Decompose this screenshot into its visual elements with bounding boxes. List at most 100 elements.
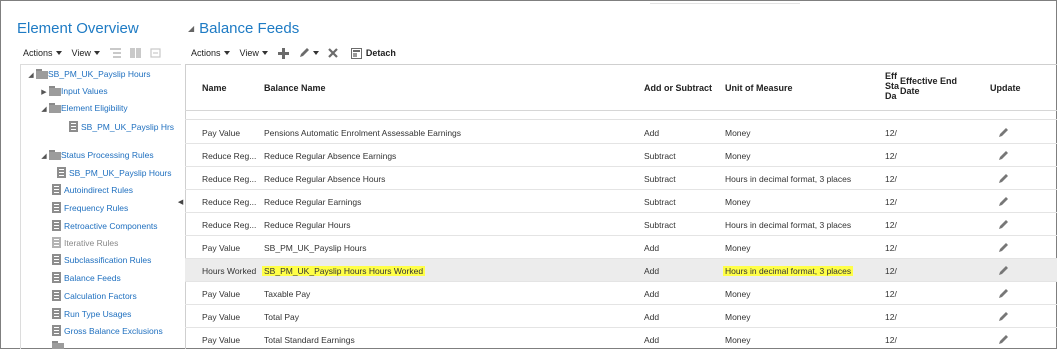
pencil-icon[interactable]	[998, 310, 1010, 322]
cell-add-or-subtract: Subtract	[644, 220, 676, 230]
tree-node-calculation-factors[interactable]: Calculation Factors	[52, 290, 137, 301]
table-row[interactable]: Reduce Reg... Reduce Regular Earnings Subt…	[185, 190, 1057, 213]
tree-node-element-eligibility[interactable]: ◢ Element Eligibility	[39, 103, 128, 113]
tree-node-input-values[interactable]: ▶ Input Values	[39, 86, 108, 96]
tree-node-root[interactable]: ◢ SB_PM_UK_Payslip Hours	[26, 69, 151, 79]
cell-name: Reduce Reg...	[202, 197, 257, 207]
table-row[interactable]: Pay Value SB_PM_UK_Payslip Hours Add Money 1…	[185, 236, 1057, 259]
column-header-effective-start-date[interactable]: Eff Sta Da	[885, 71, 899, 101]
pencil-icon[interactable]	[998, 241, 1010, 253]
column-header-effective-end-date[interactable]: Effective End Date	[900, 76, 957, 96]
table-header: Name Balance Name Add or Subtract Unit o…	[185, 65, 1057, 111]
table-row[interactable]: Pay Value Total Standard Earnings Add Money…	[185, 328, 1057, 349]
folder-icon	[49, 86, 61, 96]
document-icon	[52, 220, 61, 231]
cell-effective-start-date: 12/	[885, 266, 897, 276]
tree-node-run-type-usages[interactable]: Run Type Usages	[52, 308, 131, 319]
document-icon	[57, 167, 66, 178]
document-icon	[52, 184, 61, 195]
view-menu[interactable]: View	[240, 48, 268, 58]
tree-node-frequency-rules[interactable]: Frequency Rules	[52, 202, 128, 213]
tree-node-iterative-rules[interactable]: Iterative Rules	[52, 237, 118, 248]
cell-balance-name: Reduce Regular Hours	[264, 220, 351, 230]
tree-node-status-processing-rules[interactable]: ◢ Status Processing Rules	[39, 150, 154, 160]
cell-balance-name: SB_PM_UK_Payslip Hours	[264, 243, 367, 253]
tree-node-status-rule-record[interactable]: SB_PM_UK_Payslip Hours	[57, 167, 172, 178]
collapse-section-icon[interactable]: ◢	[188, 24, 194, 33]
document-icon	[52, 325, 61, 336]
tree-node-partial[interactable]	[52, 341, 64, 349]
cell-add-or-subtract: Add	[644, 243, 660, 253]
table-row[interactable]: Hours Worked SB_PM_UK_Payslip Hours Hours…	[185, 259, 1057, 282]
table-row[interactable]: Reduce Reg... Reduce Regular Absence Earn…	[185, 144, 1057, 167]
plus-icon[interactable]	[277, 47, 289, 59]
scroll-to-icon[interactable]	[150, 48, 161, 58]
folder-icon	[52, 341, 64, 349]
table-row[interactable]: Pay Value Taxable Pay Add Money 12/	[185, 282, 1057, 305]
table-row[interactable]: Reduce Reg... Reduce Regular Hours Subtrac…	[185, 213, 1057, 236]
cell-add-or-subtract: Add	[644, 335, 660, 345]
folder-icon	[36, 69, 48, 79]
pencil-icon[interactable]	[998, 126, 1010, 138]
document-icon	[52, 237, 61, 248]
chevron-down-icon	[55, 51, 62, 55]
actions-menu[interactable]: Actions	[191, 48, 230, 58]
pencil-icon[interactable]	[998, 264, 1010, 276]
cell-add-or-subtract: Add	[644, 266, 660, 276]
element-overview-panel: Element Overview Actions View ◢ SB_PM_UK…	[0, 0, 181, 349]
cell-unit-of-measure: Money	[725, 197, 751, 207]
collapsed-triangle-icon[interactable]: ▶	[39, 88, 49, 96]
tree-node-gross-balance-exclusions[interactable]: Gross Balance Exclusions	[52, 325, 163, 336]
x-icon[interactable]	[328, 48, 338, 58]
pencil-icon[interactable]	[998, 218, 1010, 230]
cell-name: Pay Value	[202, 243, 241, 253]
collapse-all-icon[interactable]	[129, 48, 141, 58]
table-row[interactable]: Reduce Reg... Reduce Regular Absence Hour…	[185, 167, 1057, 190]
actions-menu[interactable]: Actions	[23, 48, 62, 58]
tree-node-retroactive-components[interactable]: Retroactive Components	[52, 220, 158, 231]
expanded-triangle-icon[interactable]: ◢	[26, 71, 36, 79]
panel-title: Element Overview	[17, 20, 139, 37]
cell-add-or-subtract: Add	[644, 128, 660, 138]
pencil-icon[interactable]	[998, 287, 1010, 299]
document-icon	[52, 290, 61, 301]
cell-balance-name: Reduce Regular Earnings	[264, 197, 362, 207]
panel-splitter-handle[interactable]: ◀	[178, 196, 183, 208]
expanded-triangle-icon[interactable]: ◢	[39, 105, 49, 113]
folder-icon	[49, 103, 61, 113]
pencil-icon[interactable]	[998, 149, 1010, 161]
chevron-down-icon[interactable]	[312, 51, 319, 55]
document-icon	[52, 202, 61, 213]
table-row[interactable]: Pay Value Pensions Automatic Enrolment As…	[185, 121, 1057, 144]
pencil-icon[interactable]	[998, 195, 1010, 207]
cell-balance-name: Taxable Pay	[264, 289, 311, 299]
cell-effective-start-date: 12/	[885, 174, 897, 184]
tree-node-balance-feeds[interactable]: Balance Feeds	[52, 272, 121, 283]
expanded-triangle-icon[interactable]: ◢	[39, 152, 49, 160]
tree-node-autoindirect-rules[interactable]: Autoindirect Rules	[52, 184, 133, 195]
cell-unit-of-measure: Money	[725, 243, 751, 253]
column-header-add-or-subtract[interactable]: Add or Subtract	[644, 83, 712, 93]
cell-balance-name: Reduce Regular Absence Hours	[264, 174, 386, 184]
pencil-icon[interactable]	[998, 172, 1010, 184]
expand-all-icon[interactable]	[109, 48, 121, 58]
cell-effective-start-date: 12/	[885, 197, 897, 207]
element-tree: ◢ SB_PM_UK_Payslip Hours ▶ Input Values …	[20, 64, 181, 349]
cell-unit-of-measure: Money	[725, 151, 751, 161]
column-header-name[interactable]: Name	[202, 83, 227, 93]
table-row[interactable]: Pay Value Total Pay Add Money 12/	[185, 305, 1057, 328]
column-header-unit-of-measure[interactable]: Unit of Measure	[725, 83, 793, 93]
tree-node-subclassification-rules[interactable]: Subclassification Rules	[52, 254, 151, 265]
section-header[interactable]: ◢ Balance Feeds	[188, 20, 299, 37]
column-header-update: Update	[990, 83, 1021, 93]
cell-add-or-subtract: Subtract	[644, 151, 676, 161]
folder-icon	[49, 150, 61, 160]
pencil-icon[interactable]	[998, 333, 1010, 345]
column-header-balance-name[interactable]: Balance Name	[264, 83, 326, 93]
detach-button[interactable]: Detach	[350, 47, 396, 59]
tree-node-eligibility-record[interactable]: SB_PM_UK_Payslip Hrs	[69, 121, 174, 132]
pencil-icon[interactable]	[298, 47, 310, 59]
cell-unit-of-measure: Money	[725, 128, 751, 138]
cell-balance-name: SB_PM_UK_Payslip Hours Hours Worked	[262, 266, 426, 276]
view-menu[interactable]: View	[72, 48, 100, 58]
